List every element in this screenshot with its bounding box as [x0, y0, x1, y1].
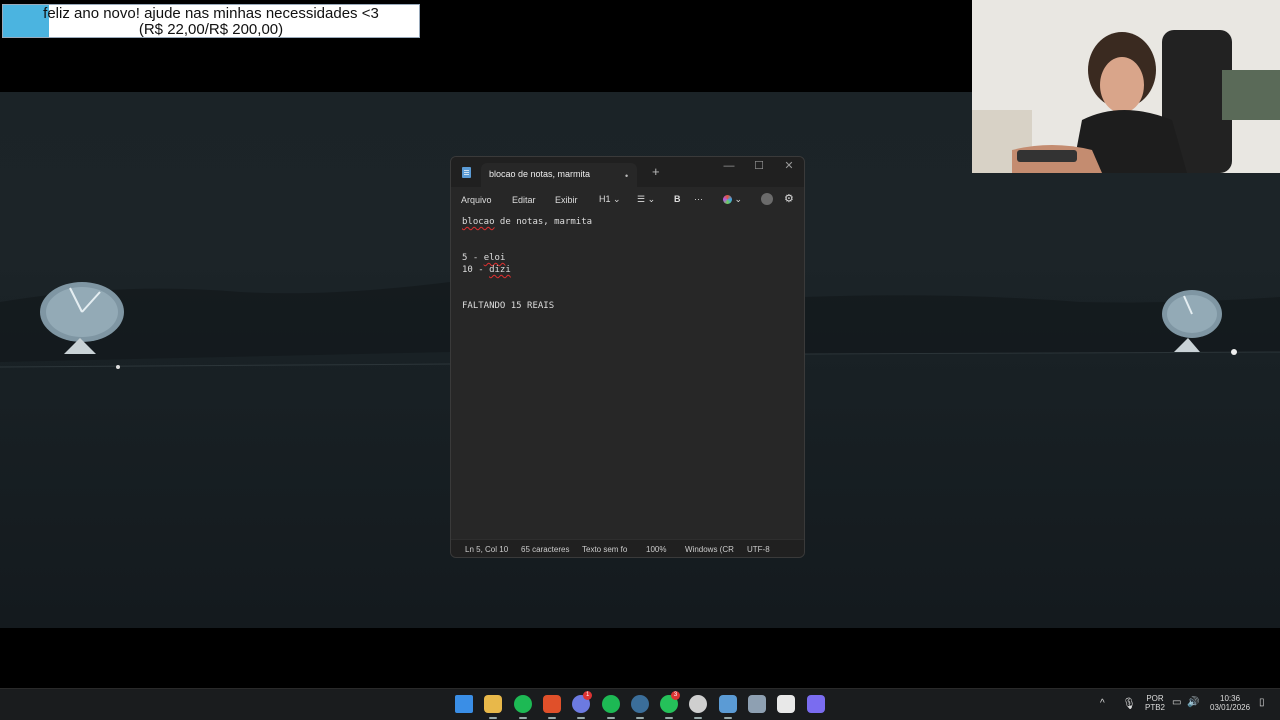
spotify-icon-2[interactable] — [601, 695, 620, 719]
heading-label: H1 — [599, 194, 611, 204]
status-bar: Ln 5, Col 10 65 caracteres Texto sem fo … — [451, 539, 804, 557]
bold-button[interactable]: B — [674, 194, 681, 204]
keyboard-layout: PTB2 — [1145, 703, 1166, 712]
list-dropdown[interactable]: ☰ ⌄ — [637, 194, 655, 205]
notepad-app-icon — [462, 167, 471, 178]
list-icon: ☰ — [637, 194, 646, 204]
copilot-icon — [723, 195, 732, 205]
clock[interactable]: 10:36 03/01/2026 — [1210, 694, 1250, 712]
calculator-icon[interactable] — [748, 695, 766, 713]
discord-icon[interactable]: 1 — [572, 691, 593, 719]
whatsapp-icon[interactable]: 3 — [660, 691, 681, 719]
menu-exibir[interactable]: Exibir — [555, 195, 578, 205]
volume-icon[interactable]: 🔊 — [1187, 697, 1199, 708]
app-diamond-icon[interactable] — [806, 695, 825, 713]
network-icon[interactable]: ▭ — [1172, 697, 1181, 708]
notification-badge: 1 — [583, 691, 593, 700]
settings-gear-icon[interactable]: ⚙ — [784, 192, 794, 205]
account-avatar[interactable] — [761, 193, 773, 207]
misspelled-word: dizi — [489, 265, 511, 275]
misspelled-word: blocao — [462, 217, 495, 227]
notepad-window[interactable]: blocao de notas, marmita • + — ☐ ✕ Arqui… — [450, 156, 805, 558]
clock-date: 03/01/2026 — [1210, 703, 1251, 712]
avatar-icon — [761, 193, 773, 205]
chevron-down-icon: ⌄ — [647, 194, 656, 204]
menu-bar: Arquivo Editar Exibir H1 ⌄ ☰ ⌄ B ··· ⌄ ⚙ — [451, 187, 804, 213]
document-line: 10 - dizi — [462, 265, 511, 275]
chevron-down-icon: ⌄ — [613, 194, 621, 204]
copilot-dropdown[interactable]: ⌄ — [723, 194, 742, 205]
webcam-feed — [972, 0, 1280, 173]
close-button[interactable]: ✕ — [777, 159, 801, 177]
more-options-button[interactable]: ··· — [694, 194, 703, 204]
capcut-icon[interactable] — [777, 695, 796, 713]
start-icon[interactable] — [455, 695, 473, 713]
notifications-icon[interactable]: ▯ — [1259, 697, 1265, 708]
heading-dropdown[interactable]: H1 ⌄ — [599, 194, 621, 205]
title-bar[interactable]: blocao de notas, marmita • + — ☐ ✕ — [451, 157, 804, 187]
language-indicator[interactable]: POR PTB2 — [1145, 694, 1165, 712]
maximize-button[interactable]: ☐ — [747, 159, 771, 177]
language-code: POR — [1146, 694, 1164, 703]
new-tab-button[interactable]: + — [652, 164, 660, 179]
chevron-up-icon[interactable]: ^ — [1100, 698, 1105, 709]
document-line: FALTANDO 15 REAIS — [462, 301, 555, 311]
webcam-image — [972, 0, 1280, 173]
unsaved-dot-icon[interactable]: • — [625, 171, 628, 181]
donation-message: feliz ano novo! ajude nas minhas necessi… — [43, 5, 379, 22]
text-format[interactable]: Texto sem fo — [582, 545, 627, 554]
clock-time: 10:36 — [1220, 694, 1241, 703]
notepad-icon[interactable] — [718, 695, 737, 719]
text-editor[interactable]: blocao de notas, marmita 5 - eloi 10 - d… — [451, 213, 804, 539]
document-line: blocao de notas, marmita — [462, 217, 593, 227]
line-ending[interactable]: Windows (CR — [685, 545, 734, 554]
taskbar: 1 3 ^ 🎙 POR PTB2 ▭ 🔊 10:36 03/01/2026 ▯ — [0, 688, 1280, 720]
menu-arquivo[interactable]: Arquivo — [461, 195, 492, 205]
donation-amount: (R$ 22,00/R$ 200,00) — [138, 21, 284, 38]
document-tab[interactable]: blocao de notas, marmita • — [481, 163, 637, 187]
obs-icon[interactable] — [689, 695, 708, 719]
spotify-icon[interactable] — [513, 695, 532, 719]
notification-badge: 3 — [671, 691, 681, 700]
brave-icon[interactable] — [542, 695, 561, 719]
encoding[interactable]: UTF-8 — [747, 545, 770, 554]
tab-title: blocao de notas, marmita — [489, 169, 591, 179]
minimize-button[interactable]: — — [717, 159, 741, 177]
chevron-down-icon: ⌄ — [734, 194, 743, 204]
misspelled-word: eloi — [483, 253, 506, 263]
document-line: 5 - eloi — [462, 253, 506, 263]
microphone-icon[interactable]: 🎙 — [1122, 697, 1136, 710]
donation-goal-bar: feliz ano novo! ajude nas minhas necessi… — [2, 4, 420, 38]
desktop: feliz ano novo! ajude nas minhas necessi… — [0, 0, 1280, 720]
character-count: 65 caracteres — [521, 545, 570, 554]
cursor-position: Ln 5, Col 10 — [465, 545, 509, 554]
menu-editar[interactable]: Editar — [512, 195, 536, 205]
zoom-level[interactable]: 100% — [646, 545, 666, 554]
file-explorer-icon[interactable] — [484, 695, 503, 719]
steam-icon[interactable] — [630, 695, 649, 719]
